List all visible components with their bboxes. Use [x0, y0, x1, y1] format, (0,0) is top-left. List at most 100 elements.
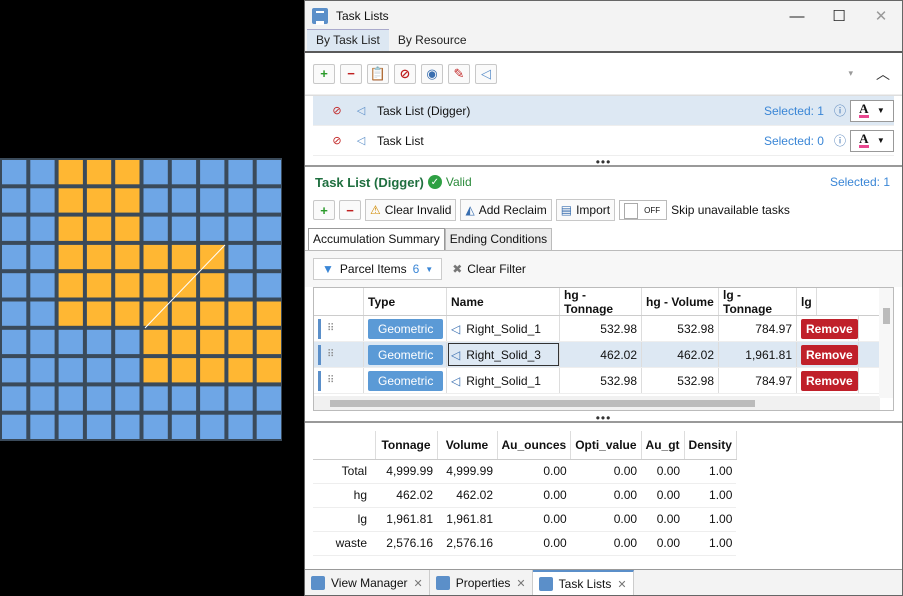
clear-invalid-button[interactable]: ⚠ Clear Invalid — [365, 199, 457, 221]
drag-handle-icon[interactable]: ⠿ — [327, 323, 334, 334]
column-header[interactable]: hg - Tonnage — [560, 288, 642, 316]
skip-toggle[interactable]: OFF — [619, 200, 668, 220]
block-cell — [2, 244, 27, 270]
table-row[interactable]: ⠿ Geometric ◁ Right_Solid_1 532.98 532.98… — [314, 368, 893, 394]
hide-icon[interactable]: ⊘ — [329, 134, 345, 148]
drag-handle-icon[interactable]: ⠿ — [327, 349, 334, 360]
3d-viewport[interactable] — [0, 0, 304, 596]
cell: 0.00 — [497, 531, 571, 556]
remove-button[interactable]: Remove — [801, 344, 858, 365]
info-icon[interactable]: ⓘ — [834, 132, 846, 149]
parcel-items-filter[interactable]: ▼ Parcel Items 6 ▼ — [313, 258, 443, 280]
block-cell — [200, 329, 225, 355]
color-picker[interactable]: A ▼ — [850, 129, 894, 152]
block-cell — [143, 329, 168, 355]
eye-icon[interactable]: ◉ — [421, 63, 443, 84]
close-icon[interactable]: ✕ — [516, 577, 525, 590]
tab-by-resource[interactable]: By Resource — [389, 33, 476, 51]
task-lists: ⊘ ◁ Task List (Digger) Selected: 1 ⓘ A ▼ … — [305, 95, 902, 161]
block-cell — [115, 386, 140, 411]
cell: 4,999.99 — [437, 459, 497, 484]
block-cell — [200, 358, 225, 383]
lg-tonnage-cell: 784.97 — [719, 316, 797, 341]
table-row: waste 2,576.16 2,576.16 0.00 0.00 0.00 1.00 — [313, 531, 737, 556]
chevron-down-icon: ▼ — [425, 264, 434, 274]
block-cell — [115, 160, 140, 185]
dropdown-icon: ▼ — [876, 136, 885, 145]
column-header[interactable]: Name — [447, 288, 560, 315]
block-cell — [200, 301, 225, 326]
close-icon[interactable]: ✕ — [414, 577, 423, 590]
task-toolbar: + − ⚠ Clear Invalid ◭ Add Reclaim ▤ Import … — [305, 197, 902, 223]
block-cell — [30, 160, 55, 185]
remove-list-button[interactable]: − — [340, 63, 362, 84]
clipboard-icon[interactable]: 📋 — [367, 63, 389, 84]
block-model-view — [0, 158, 282, 441]
clear-filter-button[interactable]: ✖ Clear Filter — [452, 262, 526, 276]
pencil-icon[interactable]: ✎ — [448, 63, 470, 84]
block-cell — [30, 301, 55, 326]
column-header[interactable]: Type — [364, 288, 447, 315]
name-cell[interactable]: ◁ Right_Solid_1 — [447, 316, 560, 341]
minimize-icon[interactable]: — — [776, 1, 818, 31]
tab-properties[interactable]: Properties ✕ — [430, 570, 533, 595]
list-item[interactable]: ⊘ ◁ Task List (Digger) Selected: 1 ⓘ A ▼ — [313, 96, 894, 126]
add-reclaim-button[interactable]: ◭ Add Reclaim — [460, 199, 552, 221]
block-cell — [58, 188, 83, 213]
hg-tonnage-cell: 532.98 — [560, 368, 642, 393]
drag-handle-icon[interactable]: ⠿ — [327, 375, 334, 386]
horizontal-scrollbar[interactable] — [314, 396, 880, 410]
remove-task-button[interactable]: − — [339, 200, 361, 220]
import-button[interactable]: ▤ Import — [555, 199, 616, 221]
info-icon[interactable]: ⓘ — [834, 102, 846, 119]
tab-accumulation-summary[interactable]: Accumulation Summary — [308, 228, 445, 250]
color-letter: A — [859, 131, 869, 148]
block-cell — [2, 386, 27, 411]
add-list-button[interactable]: + — [313, 63, 335, 84]
list-selected-count: Selected: 0 — [763, 133, 824, 148]
add-task-button[interactable]: + — [313, 200, 335, 220]
hide-icon[interactable]: ⊘ — [329, 104, 345, 118]
block-cell — [2, 329, 27, 355]
solid-icon: ◁ — [356, 135, 366, 147]
close-icon[interactable]: ✕ — [617, 578, 626, 591]
cell: 0.00 — [497, 507, 571, 532]
name-text: Right_Solid_3 — [466, 347, 541, 362]
tab-ending-conditions[interactable]: Ending Conditions — [444, 228, 553, 250]
cell: 1.00 — [684, 483, 737, 508]
row-label: waste — [313, 531, 375, 556]
maximize-icon[interactable]: ☐ — [818, 1, 860, 31]
block-cell — [200, 273, 225, 298]
bottom-tabs: View Manager ✕ Properties ✕ Task Lists ✕ — [305, 569, 902, 595]
block-cell — [200, 244, 225, 270]
table-row[interactable]: ⠿ Geometric ◁ Right_Solid_3 462.02 462.02… — [314, 342, 893, 368]
collapse-chevron-icon[interactable]: ︿ — [876, 64, 890, 84]
vertical-scrollbar[interactable] — [879, 288, 893, 398]
scroll-thumb[interactable] — [330, 400, 755, 407]
block-cell — [58, 329, 83, 355]
task-list-icon — [538, 577, 553, 591]
name-cell[interactable]: ◁ Right_Solid_3 — [447, 342, 560, 367]
remove-button[interactable]: Remove — [801, 370, 858, 391]
splitter[interactable]: ••• — [305, 412, 902, 424]
hide-icon[interactable]: ⊘ — [394, 63, 416, 84]
color-picker[interactable]: A ▼ — [850, 99, 894, 122]
list-item[interactable]: ⊘ ◁ Task List Selected: 0 ⓘ A ▼ — [313, 126, 894, 156]
remove-button[interactable]: Remove — [801, 318, 858, 339]
tab-by-task-list[interactable]: By Task List — [307, 29, 389, 51]
block-cell — [256, 188, 281, 213]
tab-task-lists[interactable]: Task Lists ✕ — [532, 570, 634, 595]
column-header[interactable]: lg — [797, 288, 817, 315]
tab-view-manager[interactable]: View Manager ✕ — [305, 570, 430, 595]
scroll-thumb[interactable] — [883, 308, 890, 324]
block-cell — [115, 329, 140, 355]
close-icon[interactable]: ✕ — [860, 1, 902, 31]
column-header[interactable]: lg - Tonnage — [719, 288, 797, 316]
solid-icon[interactable]: ◁ — [475, 63, 497, 84]
table-row[interactable]: ⠿ Geometric ◁ Right_Solid_1 532.98 532.98… — [314, 316, 893, 342]
dropdown-icon[interactable]: ▾ — [848, 68, 853, 79]
name-cell[interactable]: ◁ Right_Solid_1 — [447, 368, 560, 393]
column-header[interactable]: hg - Volume — [642, 288, 719, 315]
block-cell — [228, 329, 253, 355]
list-name: Task List (Digger) — [377, 103, 471, 118]
